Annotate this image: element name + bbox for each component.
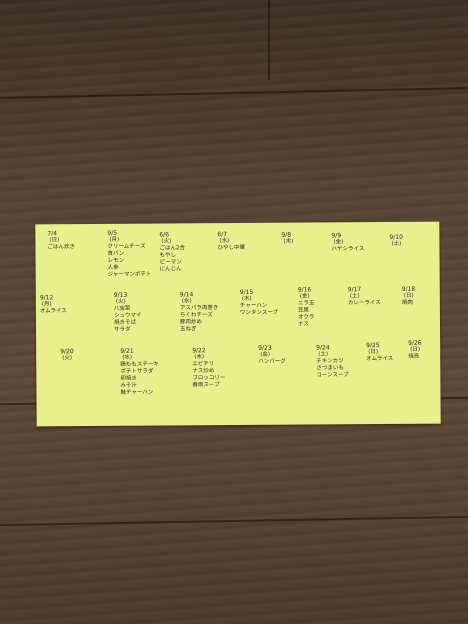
day-entry: 9/15 (木) チャーハン ワンタンスープ: [240, 289, 278, 317]
entry-item: カレーライス: [347, 300, 381, 307]
entry-item: オムライス: [366, 355, 394, 363]
day-entry: 7/4 (日) ごはん炊き: [47, 230, 75, 251]
wood-plank-joint: [268, 0, 270, 80]
entry-item: オムライス: [39, 308, 67, 315]
entry-item: 焼肉: [401, 299, 413, 306]
day-entry: 9/22 (木) エビチリ ナス炒め ブロッコリー 春雨スープ: [192, 347, 225, 389]
entry-item: 焼鳥: [408, 353, 420, 360]
entry-item: 鮭チャーハン: [120, 389, 154, 396]
entry-item: ハンバーグ: [258, 358, 286, 365]
entry-weekday: (木): [283, 238, 294, 245]
entry-item: クリームチーズ: [107, 243, 146, 250]
day-entry: 9/5 (月) クリームチーズ 食パン レモン 人参 ジャーマンポテト: [107, 230, 151, 279]
day-entry: 9/21 (水) 鶏ももステーキ ポテトサラダ 卵焼き みそ汁 鮭チャーハン: [120, 348, 159, 397]
day-entry: 9/14 (水) アスパラ肉巻き ちくわチーズ 豚肉炒め 玉ねぎ: [180, 291, 219, 333]
day-entry: 9/9 (金) ハヤシライス: [331, 232, 364, 253]
entry-item: サラダ: [114, 326, 131, 333]
day-entry: 9/12 (月) オムライス: [40, 294, 67, 315]
day-entry: 9/16 (金) ニラ玉 豆腐 オクラ ナス: [298, 286, 315, 328]
entry-weekday: (火): [62, 355, 73, 362]
entry-item: 春雨スープ: [192, 382, 220, 389]
day-entry: 9/13 (火) 八宝菜 シュウマイ 焼きそば サラダ: [114, 292, 142, 334]
entry-item: コーンスープ: [316, 372, 349, 379]
day-entry: 9/18 (日) 焼肉: [402, 286, 416, 307]
day-entry: 9/8 (木): [281, 232, 293, 246]
entry-item: ニラ玉: [297, 300, 315, 307]
entry-weekday: (日): [410, 346, 421, 353]
day-entry: 9/25 (日) オムライス: [366, 342, 393, 363]
entry-item: ポテトサラダ: [120, 368, 154, 375]
entry-item: にんじん: [159, 266, 182, 273]
day-entry: 6/7 (水) ひやし中華: [217, 231, 245, 252]
day-entry: 9/20 (火): [60, 348, 74, 362]
day-entry: 9/23 (金) ハンバーグ: [258, 345, 286, 366]
entry-weekday: (土): [391, 240, 402, 247]
entry-item: ジャーマンポテト: [107, 271, 152, 278]
entry-weekday: (日): [403, 292, 414, 299]
entry-item: ナス: [297, 321, 310, 328]
entry-item: ごはん炊き: [47, 244, 75, 251]
day-entry: 9/24 (土) チキンカツ さつまいも コーンスープ: [316, 344, 349, 379]
day-entry: 6/6 (火) ごはん2合 もやし ピーマン にんじん: [159, 231, 185, 273]
entry-item: ひやし中華: [217, 244, 246, 252]
entry-item: ハヤシライス: [331, 246, 365, 253]
meal-plan-note: 7/4 (日) ごはん炊き 9/5 (月) クリームチーズ 食パン レモン 人参…: [35, 221, 441, 427]
entry-item: ワンタンスープ: [239, 309, 279, 316]
day-entry: 9/26 (日) 焼鳥: [408, 340, 422, 361]
day-entry: 9/17 (土) カレーライス: [348, 286, 381, 307]
entry-item: 玉ねぎ: [180, 326, 197, 333]
entry-item: オクラ: [297, 314, 315, 321]
day-entry: 9/10 (土): [389, 234, 403, 248]
